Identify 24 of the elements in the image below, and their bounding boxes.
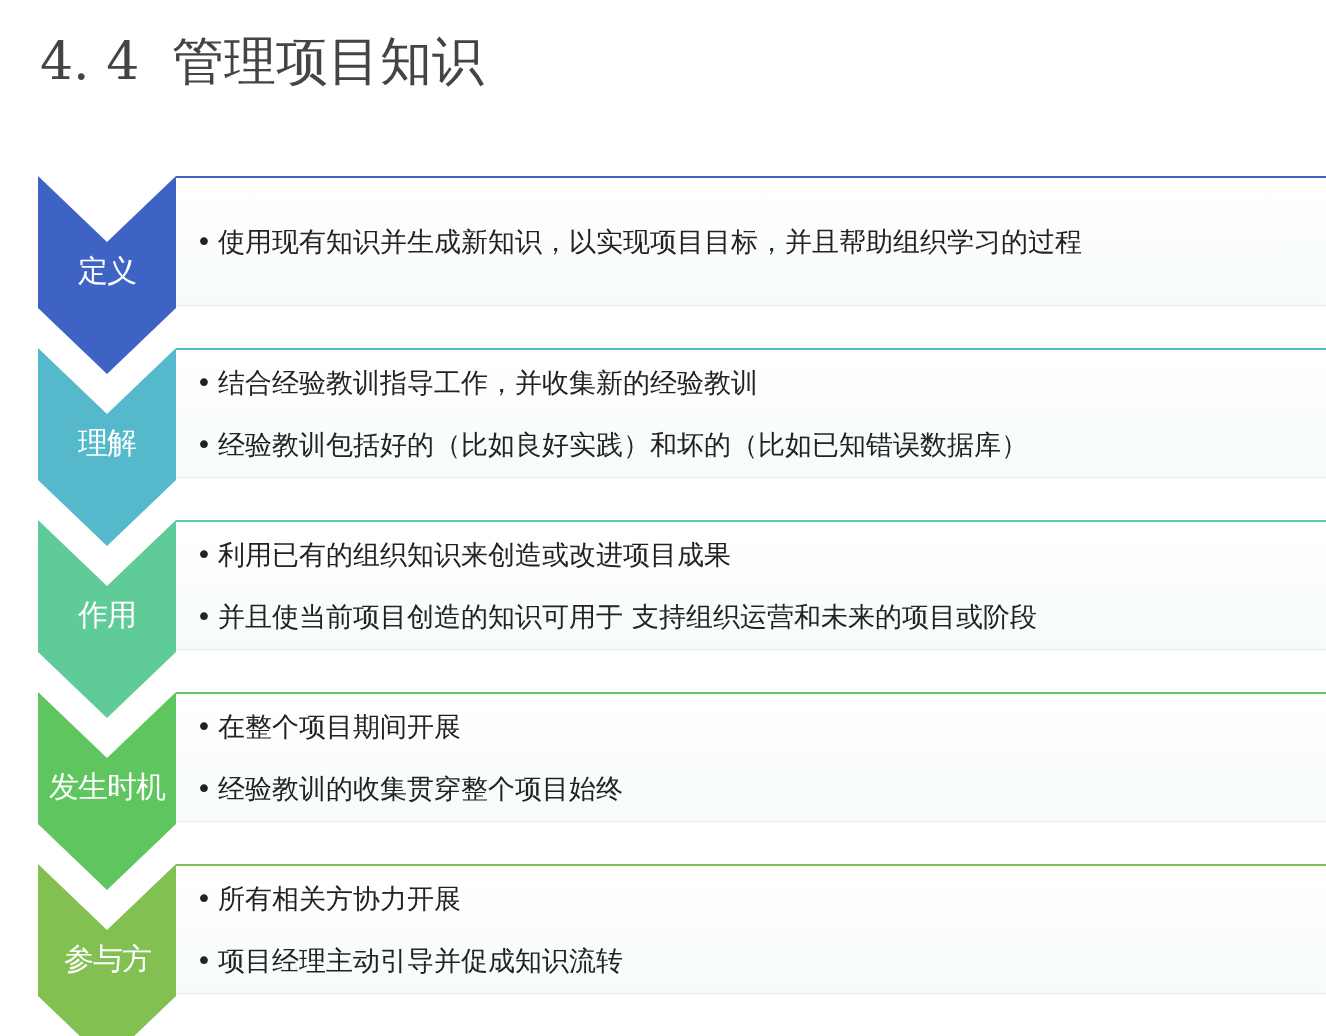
chevron-label: 发生时机 — [48, 768, 166, 806]
bullet-text: 经验教训包括好的（比如良好实践）和坏的（比如已知错误数据库） — [217, 427, 1028, 462]
bullet-text: 所有相关方协力开展 — [217, 881, 461, 916]
bullet-point: • — [196, 224, 212, 259]
bullet-text: 使用现有知识并生成新知识，以实现项目目标，并且帮助组织学习的过程 — [217, 224, 1082, 259]
bullet-point: • — [196, 427, 212, 462]
bullet-point: • — [196, 943, 212, 978]
bullet-point: • — [196, 365, 212, 400]
bullet-point: • — [196, 599, 212, 634]
bullet-text: 并且使当前项目创造的知识可用于 支持组织运营和未来的项目或阶段 — [217, 599, 1037, 634]
bullet-point: • — [196, 537, 212, 572]
bullet-text: 利用已有的组织知识来创造或改进项目成果 — [217, 537, 731, 572]
bullet-text: 结合经验教训指导工作，并收集新的经验教训 — [217, 365, 758, 400]
chevron-label: 作用 — [77, 596, 137, 634]
bullet-point: • — [196, 709, 212, 744]
chevron-label: 理解 — [77, 424, 137, 462]
bullet-text: 项目经理主动引导并促成知识流转 — [217, 943, 623, 978]
bullet-point: • — [196, 771, 212, 806]
bullet-text: 经验教训的收集贯穿整个项目始终 — [217, 771, 623, 806]
chevron-label: 定义 — [77, 252, 137, 290]
bullet-text: 在整个项目期间开展 — [217, 709, 461, 744]
bullet-point: • — [196, 881, 212, 916]
chevron-label: 参与方 — [62, 940, 152, 978]
slide-title: 4. 4 管理项目知识 — [40, 30, 485, 93]
